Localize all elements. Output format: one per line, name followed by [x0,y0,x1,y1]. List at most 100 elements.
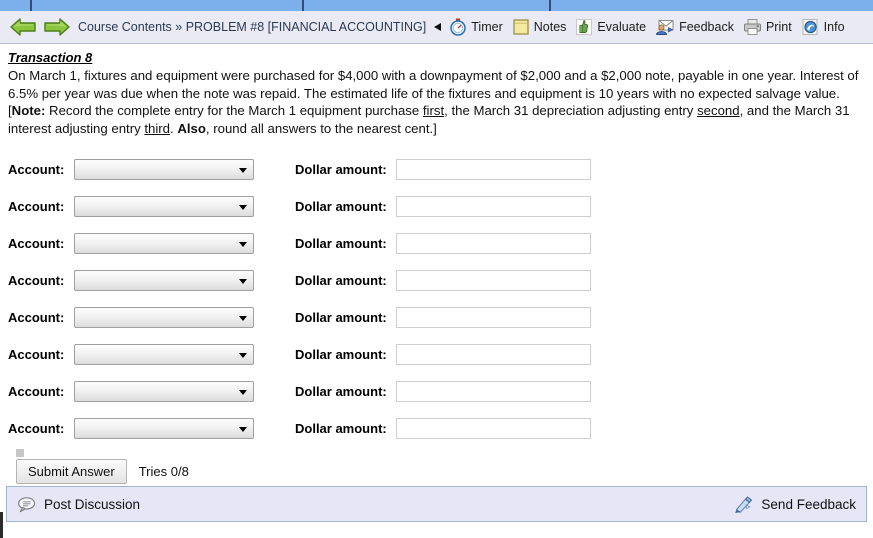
problem-statement: On March 1, fixtures and equipment were … [8,67,865,137]
account-label: Account: [8,384,65,399]
browser-tab[interactable] [746,0,873,11]
dollar-amount-label: Dollar amount: [295,310,387,325]
account-select-3[interactable] [74,233,254,254]
account-label: Account: [8,310,65,325]
answer-row: Account: Dollar amount: [8,225,865,262]
evaluate-button[interactable]: Evaluate [575,18,646,36]
browser-tab[interactable] [0,0,30,11]
account-label: Account: [8,273,65,288]
resize-handle[interactable] [16,449,24,457]
evaluate-label: Evaluate [597,20,647,34]
post-discussion-label: Post Discussion [44,496,141,512]
also-label: Also [177,120,206,136]
dollar-amount-label: Dollar amount: [295,347,387,362]
info-label: Info [823,20,845,34]
dollar-amount-input-8[interactable] [395,418,591,439]
collapse-triangle-icon[interactable] [434,23,442,31]
account-select-1[interactable] [74,159,254,180]
answer-row: Account: Dollar amount: [8,299,865,336]
notes-button[interactable]: Notes [512,18,567,36]
dollar-amount-input-7[interactable] [395,381,591,402]
print-button[interactable]: Print [743,18,792,36]
notes-label: Notes [533,20,567,34]
account-select-8[interactable] [74,418,254,439]
account-select-7[interactable] [74,381,254,402]
timer-button[interactable]: Timer [449,18,503,36]
print-label: Print [765,20,792,34]
timer-label: Timer [471,20,503,34]
back-arrow-icon [10,18,36,36]
account-select-wrapper [74,307,254,328]
dollar-amount-label: Dollar amount: [295,162,387,177]
envelope-person-icon [656,20,674,35]
account-select-4[interactable] [74,270,254,291]
submit-row: Submit Answer Tries 0/8 [8,459,865,484]
answer-row: Account: Dollar amount: [8,151,865,188]
browser-tab[interactable] [551,0,746,11]
account-select-wrapper [74,344,254,365]
answer-row: Account: Dollar amount: [8,373,865,410]
problem-text-3: , the March 31 depreciation adjusting en… [444,103,698,118]
dollar-amount-label: Dollar amount: [295,384,387,399]
dollar-amount-input-1[interactable] [395,159,591,180]
back-button[interactable] [6,14,40,40]
ordinal-second: second [697,103,740,118]
dollar-amount-label: Dollar amount: [295,236,387,251]
forward-arrow-icon [44,18,70,36]
account-select-6[interactable] [74,344,254,365]
account-select-wrapper [74,270,254,291]
thumbs-up-icon [576,19,593,35]
account-select-wrapper [74,418,254,439]
transaction-title: Transaction 8 [8,50,93,65]
account-label: Account: [8,421,65,436]
breadcrumb[interactable]: Course Contents » PROBLEM #8 [FINANCIAL … [78,20,426,34]
account-label: Account: [8,236,65,251]
account-label: Account: [8,199,65,214]
account-label: Account: [8,347,65,362]
window-edge [0,512,3,538]
stopwatch-icon [450,18,467,36]
answer-form: Account: Dollar amount: Account: Dollar amo… [8,151,865,447]
navigation-toolbar: Course Contents » PROBLEM #8 [FINANCIAL … [0,11,873,44]
info-button[interactable]: Info [801,18,845,36]
forward-button[interactable] [40,14,74,40]
post-discussion-button[interactable]: Post Discussion [17,496,140,513]
browser-tab[interactable] [304,0,549,11]
tries-counter: Tries 0/8 [138,464,189,479]
dollar-amount-label: Dollar amount: [295,273,387,288]
footer-bar: Post Discussion Send Feedback [6,486,867,522]
problem-content: Transaction 8 On March 1, fixtures and e… [0,44,873,484]
account-select-2[interactable] [74,196,254,217]
feedback-button[interactable]: Feedback [655,18,734,36]
problem-text-2: Record the complete entry for the March … [45,103,423,118]
account-select-5[interactable] [74,307,254,328]
info-globe-icon [802,19,818,35]
dollar-amount-input-3[interactable] [395,233,591,254]
send-feedback-button[interactable]: Send Feedback [734,495,856,513]
submit-answer-button[interactable]: Submit Answer [16,459,127,484]
dollar-amount-input-6[interactable] [395,344,591,365]
problem-text-6: , round all answers to the nearest cent.… [205,120,437,136]
account-select-wrapper [74,159,254,180]
answer-row: Account: Dollar amount: [8,262,865,299]
dollar-amount-input-2[interactable] [395,196,591,217]
dollar-amount-input-4[interactable] [395,270,591,291]
speech-bubble-icon [18,496,36,512]
dollar-amount-input-5[interactable] [395,307,591,328]
ordinal-first: first [422,103,445,118]
send-feedback-label: Send Feedback [761,496,856,512]
account-select-wrapper [74,233,254,254]
dollar-amount-label: Dollar amount: [295,199,387,214]
browser-tab[interactable] [32,0,302,11]
account-label: Account: [8,162,65,177]
feedback-label: Feedback [679,20,734,34]
ordinal-third: third [144,120,171,136]
note-label: Note: [11,103,46,118]
account-select-wrapper [74,381,254,402]
printer-icon [743,19,761,35]
browser-tab-strip [0,0,873,11]
answer-row: Account: Dollar amount: [8,410,865,447]
notepad-icon [513,19,529,35]
dollar-amount-label: Dollar amount: [295,421,387,436]
feedback-pencil-icon [735,495,753,513]
